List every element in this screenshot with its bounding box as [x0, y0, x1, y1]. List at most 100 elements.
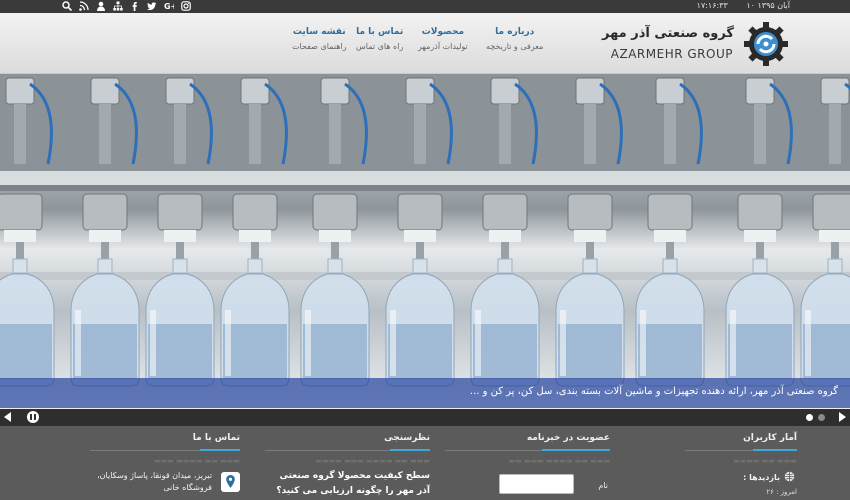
poll-question: سطح کیفیت محصولا گروه صنعتی آذر مهر را چ… — [276, 471, 430, 496]
filler-head — [575, 77, 605, 105]
divider-accent — [542, 449, 610, 451]
newsletter-placeholder-text: ▬▬▬ ▬▬ ▬▬▬▬ ▬▬▬ ▬▬ — [508, 457, 611, 465]
filler-stem — [829, 104, 841, 164]
hero-image — [0, 74, 850, 387]
name-input[interactable] — [499, 474, 574, 494]
bottle-neck — [412, 258, 428, 274]
bottle-highlight — [305, 310, 311, 376]
valve-ring — [489, 230, 521, 242]
nav-products[interactable]: محصولات تولیدات آذرمهر — [418, 27, 468, 51]
divider — [90, 449, 240, 451]
slide-dot-active[interactable] — [806, 414, 813, 421]
filler-stem — [499, 104, 511, 164]
nav-about-subtitle: معرفی و تاریخچه — [486, 42, 544, 51]
bottle-water — [473, 324, 537, 379]
poll-title: نظرسنجی — [384, 433, 430, 443]
filler-head — [490, 77, 520, 105]
valve-ring — [654, 230, 686, 242]
facebook-icon[interactable] — [130, 1, 140, 11]
filler-head — [5, 77, 35, 105]
nav-sitemap-subtitle: راهنمای صفحات — [292, 42, 347, 51]
slider-controls — [0, 409, 850, 426]
filler-stem — [174, 104, 186, 164]
bottle-water — [148, 324, 212, 379]
poll-column: نظرسنجی ▬▬▬ ▬▬ ▬▬▬▬ ▬▬▬ ▬▬▬▬ سطح کیفیت م… — [265, 426, 430, 500]
bottle-neck — [12, 258, 28, 274]
twitter-icon[interactable] — [147, 1, 157, 11]
footer: آمار کاربران ▬▬▬ ▬▬ ▬▬▬▬ بازدیدها : امرو… — [0, 426, 850, 500]
nav-products-title[interactable]: محصولات — [418, 27, 468, 37]
bottle-neck — [172, 258, 188, 274]
valve-ring — [404, 230, 436, 242]
contact-column: تماس با ما ▬▬▬ ▬▬ ▬▬▬▬ ▬▬▬ تبریز، میدان … — [90, 426, 240, 500]
bottle-highlight — [560, 310, 566, 376]
filler-head — [655, 77, 685, 105]
nav-about[interactable]: درباره ما معرفی و تاریخچه — [486, 27, 543, 51]
next-slide-icon[interactable] — [839, 412, 846, 422]
nav-about-title[interactable]: درباره ما — [486, 27, 543, 37]
bottle-water — [388, 324, 452, 379]
slide-dot[interactable] — [818, 414, 825, 421]
nav-sitemap-title[interactable]: نقشه سایت — [292, 27, 347, 37]
valve-block — [232, 193, 278, 231]
logo-title-fa[interactable]: گروه صنعتی آذر مهر — [602, 26, 734, 41]
nav-sitemap[interactable]: نقشه سایت راهنمای صفحات — [292, 27, 347, 51]
filler-head — [820, 77, 850, 105]
top-icons: G+ — [62, 1, 191, 12]
stats-column: آمار کاربران ▬▬▬ ▬▬ ▬▬▬▬ بازدیدها : امرو… — [685, 426, 797, 500]
nav-products-subtitle: تولیدات آذرمهر — [418, 42, 468, 51]
bottle-water — [73, 324, 137, 379]
bottle-neck — [662, 258, 678, 274]
sitemap-icon[interactable] — [113, 1, 123, 11]
filler-head — [165, 77, 195, 105]
hero-slider[interactable] — [0, 74, 850, 412]
bottle-water — [0, 324, 52, 379]
divider — [265, 449, 430, 451]
bottle-highlight — [225, 310, 231, 376]
filler-head — [405, 77, 435, 105]
contact-address: تبریز، میدان قونقا، پاساژ وسکایان، فروشگ… — [97, 471, 212, 492]
filler-stem — [249, 104, 261, 164]
nav-contact-title[interactable]: تماس با ما — [356, 27, 403, 37]
instagram-icon[interactable] — [181, 1, 191, 11]
page: G+ ۱۷:۱۶:۳۳ ۱۰ آبان ۱۳۹۵ گروه صنعتی آذر … — [0, 0, 850, 500]
bottle-neck — [582, 258, 598, 274]
rss-icon[interactable] — [79, 1, 89, 11]
bottle-highlight — [390, 310, 396, 376]
prev-slide-icon[interactable] — [4, 412, 11, 422]
logo-title-en[interactable]: AZARMEHR GROUP — [611, 47, 733, 61]
divider-accent — [200, 449, 240, 451]
bottle-highlight — [75, 310, 81, 376]
user-icon[interactable] — [96, 1, 106, 11]
bottle-highlight — [475, 310, 481, 376]
valve-block — [397, 193, 443, 231]
valve-ring — [574, 230, 606, 242]
search-icon[interactable] — [62, 1, 73, 12]
bottle-water — [223, 324, 287, 379]
globe-icon — [784, 471, 795, 482]
visits-label: بازدیدها : — [743, 473, 780, 482]
valve-block — [0, 193, 43, 231]
nav-contact[interactable]: تماس با ما راه های تماس — [356, 27, 403, 51]
filler-head — [320, 77, 350, 105]
bottle-neck — [827, 258, 843, 274]
filler-stem — [754, 104, 766, 164]
divider-accent — [753, 449, 797, 451]
nav-contact-subtitle: راه های تماس — [356, 42, 404, 51]
bottle-highlight — [640, 310, 646, 376]
valve-block — [82, 193, 128, 231]
slider-caption[interactable]: گروه صنعتی آذر مهر، ارائه دهنده تجهیزات … — [0, 378, 850, 408]
valve-ring — [744, 230, 776, 242]
bottle-highlight — [730, 310, 736, 376]
bottle-highlight — [150, 310, 156, 376]
name-label: نام — [598, 481, 608, 490]
filler-stem — [664, 104, 676, 164]
stats-placeholder-text: ▬▬▬ ▬▬ ▬▬▬▬ — [733, 457, 797, 465]
filler-head — [240, 77, 270, 105]
date-time: ۱۷:۱۶:۳۳ ۱۰ آبان ۱۳۹۵ — [681, 1, 790, 10]
google-plus-icon[interactable]: G+ — [164, 1, 177, 11]
pause-icon[interactable] — [27, 411, 39, 423]
logo-gear-icon[interactable] — [742, 20, 790, 68]
bottle-water — [303, 324, 367, 379]
bottle-neck — [327, 258, 343, 274]
